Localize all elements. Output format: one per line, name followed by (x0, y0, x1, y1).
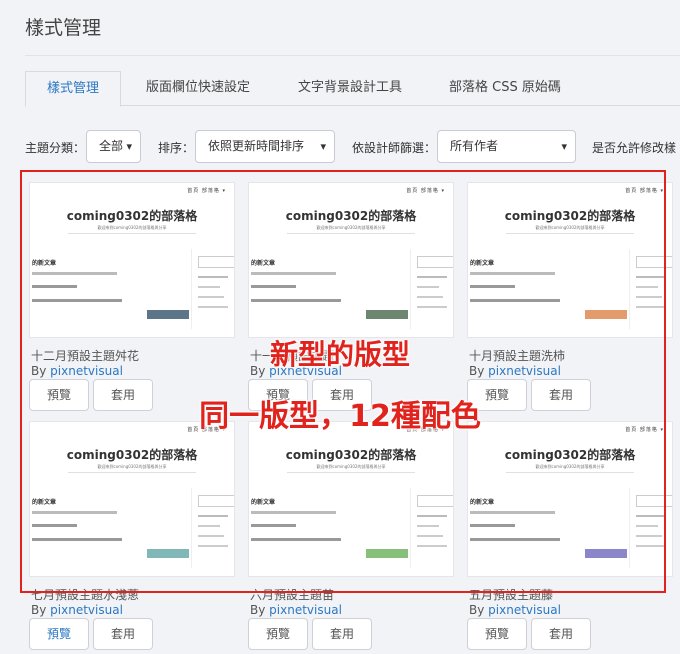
theme-author: By pixnetvisual (250, 603, 342, 617)
annotation-line-2: 同一版型，12種配色 (199, 399, 482, 435)
page-title: 樣式管理 (25, 17, 102, 39)
apply-button[interactable]: 套用 (93, 618, 153, 650)
preview-button[interactable]: 預覽 (467, 618, 527, 650)
sort-select[interactable]: 依照更新時間排序 ▾ (195, 130, 335, 163)
chevron-down-icon: ▾ (126, 140, 132, 153)
author-link[interactable]: pixnetvisual (50, 603, 123, 617)
apply-button[interactable]: 套用 (531, 618, 591, 650)
tab-bar: 樣式管理 版面欄位快速設定 文字背景設計工具 部落格 CSS 原始碼 (25, 71, 680, 107)
tab-style-management[interactable]: 樣式管理 (25, 71, 121, 107)
author-link[interactable]: pixnetvisual (488, 603, 561, 617)
chevron-down-icon: ▾ (561, 140, 567, 153)
sort-label: 排序： (158, 141, 195, 155)
preview-button[interactable]: 預覽 (248, 618, 308, 650)
tab-text-background-tool[interactable]: 文字背景設計工具 (298, 71, 402, 106)
allow-modify-label: 是否允許修改樣 (592, 141, 677, 155)
designer-select[interactable]: 所有作者 ▾ (437, 130, 576, 163)
tab-blog-css-source[interactable]: 部落格 CSS 原始碼 (449, 71, 561, 106)
title-divider (25, 55, 680, 56)
theme-author: By pixnetvisual (469, 603, 561, 617)
annotation-line-1: 新型的版型 (269, 338, 410, 372)
preview-button[interactable]: 預覽 (29, 618, 89, 650)
category-select[interactable]: 全部 ▾ (86, 130, 141, 163)
theme-author: By pixnetvisual (31, 603, 123, 617)
category-label: 主題分類： (25, 141, 86, 155)
author-link[interactable]: pixnetvisual (269, 603, 342, 617)
designer-select-value: 所有作者 (450, 139, 499, 153)
category-select-value: 全部 (99, 139, 124, 153)
annotation-highlight-box (20, 170, 666, 593)
apply-button[interactable]: 套用 (312, 618, 372, 650)
designer-label: 依設計師篩選： (352, 141, 437, 155)
tab-layout-quick-settings[interactable]: 版面欄位快速設定 (146, 71, 250, 106)
sort-select-value: 依照更新時間排序 (208, 139, 305, 153)
chevron-down-icon: ▾ (320, 140, 326, 153)
